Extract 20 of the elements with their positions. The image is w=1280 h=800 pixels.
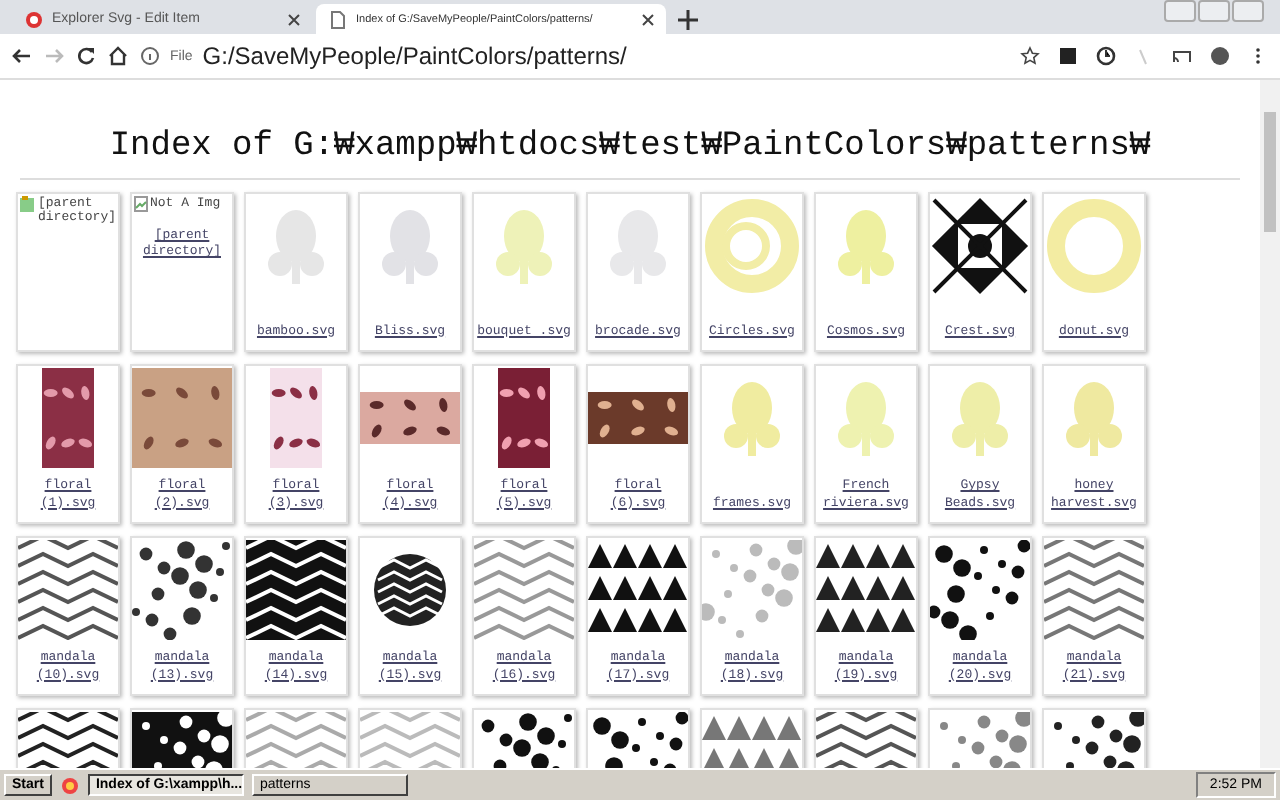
folder-icon [20, 196, 34, 212]
app-icon [24, 9, 44, 29]
extension-icon[interactable] [1058, 46, 1078, 66]
browser-icon[interactable] [59, 775, 80, 795]
reload-icon[interactable] [76, 46, 96, 66]
plus-icon[interactable] [674, 6, 702, 34]
star-icon[interactable] [1020, 46, 1040, 66]
page-heading: Index of G:₩xampp₩htdocs₩test₩PaintColors₩patterns₩ [107, 128, 1153, 166]
cast-icon[interactable] [1172, 46, 1192, 66]
scrollbar[interactable] [1260, 80, 1280, 768]
close-icon[interactable] [642, 13, 654, 25]
home-icon[interactable] [108, 46, 128, 66]
extension-icon[interactable] [1096, 46, 1116, 66]
back-icon[interactable] [12, 46, 32, 66]
scroll-thumb[interactable] [1264, 112, 1276, 232]
page-icon [328, 9, 348, 29]
close-icon[interactable] [288, 13, 300, 25]
address-field[interactable]: G:/SaveMyPeople/PaintColors/patterns/ [202, 42, 627, 70]
info-icon[interactable] [140, 46, 160, 66]
avatar-icon[interactable] [1210, 46, 1230, 66]
